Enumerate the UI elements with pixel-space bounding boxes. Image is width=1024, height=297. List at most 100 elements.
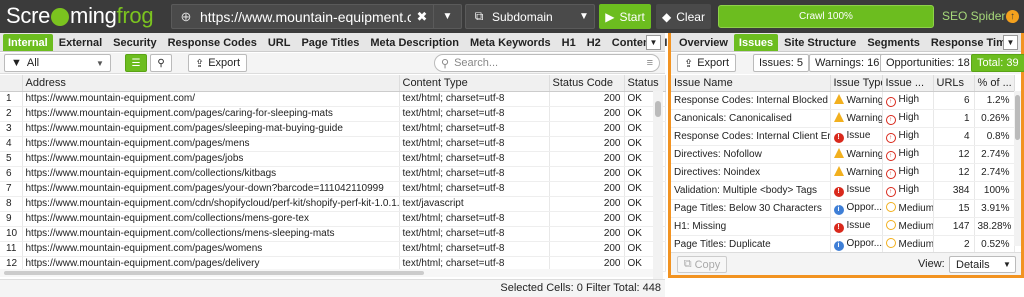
opportunity-icon: i: [833, 204, 844, 215]
url-history-dropdown-icon[interactable]: ▼: [433, 5, 461, 28]
issue-row[interactable]: Canonicals: Canonicalised Warning ↑ High 1 0.…: [671, 109, 1015, 128]
column-header[interactable]: URLs: [933, 75, 975, 92]
issue-row[interactable]: Page Titles: Below 30 Characters i Oppor..…: [671, 199, 1015, 218]
table-row[interactable]: 1 https://www.mountain-equipment.com/text…: [0, 91, 666, 107]
tab-h1[interactable]: H1: [557, 34, 581, 51]
scrollbar-thumb[interactable]: [1015, 95, 1020, 140]
high-priority-icon: ↑: [885, 114, 896, 125]
start-button[interactable]: ▶ Start: [599, 4, 651, 29]
table-row[interactable]: 9 https://www.mountain-equipment.com/coll…: [0, 211, 666, 227]
search-options-icon[interactable]: ≡: [647, 57, 653, 69]
crawl-mode-select[interactable]: ⧉ Subdomain ▼: [465, 4, 595, 29]
issue-row[interactable]: Validation: Multiple <body> Tags! Issue ↑ H…: [671, 181, 1015, 200]
tabs-overflow-icon[interactable]: ▼: [1003, 35, 1018, 50]
logo-text-end: frog: [116, 3, 154, 28]
notification-icon[interactable]: ↑: [1006, 10, 1019, 23]
opportunities-count-badge[interactable]: Opportunities: 18: [880, 54, 976, 72]
issues-scrollbar[interactable]: [1014, 91, 1021, 246]
address-cell: https://www.mountain-equipment.com/pages…: [22, 241, 400, 257]
tab-overview[interactable]: Overview: [674, 34, 733, 51]
tab-url[interactable]: URL: [263, 34, 296, 51]
table-row[interactable]: 2 https://www.mountain-equipment.com/page…: [0, 106, 666, 122]
issue-percent-cell: 38.28%: [974, 217, 1015, 236]
column-header[interactable]: Issue ...: [882, 75, 934, 92]
warnings-count-badge[interactable]: Warnings: 16: [809, 54, 886, 72]
table-row[interactable]: 6 https://www.mountain-equipment.com/coll…: [0, 166, 666, 182]
tree-view-button[interactable]: ⚲: [150, 54, 172, 72]
filter-select[interactable]: ▼ All ▼: [4, 54, 111, 72]
url-input[interactable]: ⊕ https://www.mountain-equipment.com/ ✖ …: [171, 4, 462, 29]
url-text[interactable]: https://www.mountain-equipment.com/: [200, 9, 411, 25]
issue-name-cell: Page Titles: Below 30 Characters: [671, 199, 831, 218]
column-header[interactable]: Status: [624, 75, 666, 92]
crawl-progress-text: Crawl 100%: [799, 11, 853, 22]
search-icon: ⚲: [441, 57, 450, 70]
column-header[interactable]: % of ...: [974, 75, 1015, 92]
table-row[interactable]: 5 https://www.mountain-equipment.com/page…: [0, 151, 666, 167]
clear-url-icon[interactable]: ✖: [411, 9, 433, 25]
column-header[interactable]: Issue Type: [830, 75, 883, 92]
tab-internal[interactable]: Internal: [3, 34, 53, 51]
table-row[interactable]: 8 https://www.mountain-equipment.com/cdn/…: [0, 196, 666, 212]
tab-h2[interactable]: H2: [582, 34, 606, 51]
table-row[interactable]: 7 https://www.mountain-equipment.com/page…: [0, 181, 666, 197]
column-header[interactable]: Address: [22, 75, 400, 92]
issues-count-badge[interactable]: Issues: 5: [753, 54, 810, 72]
main-toolbar: ▼ All ▼ ☰ ⚲ ⇪ Export ⚲ Search... ≡: [0, 53, 665, 74]
view-select[interactable]: Details ▼: [949, 256, 1016, 273]
search-input[interactable]: ⚲ Search... ≡: [434, 54, 660, 72]
tab-issues[interactable]: Issues: [733, 34, 779, 51]
issue-priority-label: High: [898, 165, 920, 177]
issue-row[interactable]: Directives: Noindex Warning ↑ High 12 2.74%: [671, 163, 1015, 182]
issues-export-button[interactable]: ⇪ Export: [677, 54, 737, 72]
column-header[interactable]: Status Code: [549, 75, 625, 92]
issue-row[interactable]: Directives: Nofollow Warning ↑ High 12 2.74%: [671, 145, 1015, 164]
column-header[interactable]: [0, 75, 23, 92]
tab-meta-description[interactable]: Meta Description: [365, 34, 464, 51]
warning-icon: [833, 148, 844, 158]
row-number: 11: [0, 241, 23, 257]
tab-meta-keywords[interactable]: Meta Keywords: [465, 34, 556, 51]
vertical-scrollbar[interactable]: [653, 91, 663, 291]
table-row[interactable]: 11 https://www.mountain-equipment.com/pag…: [0, 241, 666, 257]
issue-row[interactable]: Response Codes: Internal Client Erro...!…: [671, 127, 1015, 146]
list-view-button[interactable]: ☰: [125, 54, 147, 72]
tab-segments[interactable]: Segments: [862, 34, 925, 51]
issue-row[interactable]: H1: Missing! Issue Medium 147 38.28%: [671, 217, 1015, 236]
table-row[interactable]: 3 https://www.mountain-equipment.com/page…: [0, 121, 666, 137]
column-header[interactable]: Issue Name: [671, 75, 831, 92]
tab-security[interactable]: Security: [108, 34, 161, 51]
table-row[interactable]: 10 https://www.mountain-equipment.com/col…: [0, 226, 666, 242]
high-priority-icon: ↑: [885, 186, 896, 197]
tabs-overflow-icon[interactable]: ▼: [646, 35, 661, 50]
scrollbar-thumb[interactable]: [4, 271, 424, 275]
scrollbar-thumb[interactable]: [655, 101, 661, 117]
high-priority-icon: ↑: [885, 168, 896, 179]
column-header[interactable]: Content Type: [399, 75, 550, 92]
horizontal-scrollbar[interactable]: [0, 269, 653, 277]
address-cell: https://www.mountain-equipment.com/colle…: [22, 166, 400, 182]
product-name: SEO Spider: [942, 9, 1006, 23]
issue-type-label: Warning: [846, 149, 882, 160]
row-number: 5: [0, 151, 23, 167]
filter-icon: ▼: [11, 57, 22, 69]
clear-button[interactable]: ◆ Clear: [656, 4, 711, 29]
total-count-badge[interactable]: Total: 39: [971, 54, 1024, 72]
issue-row[interactable]: Page Titles: Duplicate i Oppor... Medium 2 0.…: [671, 235, 1015, 254]
issue-percent-cell: 0.8%: [974, 127, 1015, 146]
tab-response-codes[interactable]: Response Codes: [163, 34, 262, 51]
issue-type-label: Warning: [846, 113, 882, 124]
tab-page-titles[interactable]: Page Titles: [296, 34, 364, 51]
tab-site-structure[interactable]: Site Structure: [779, 34, 861, 51]
copy-label: Copy: [694, 258, 721, 271]
table-row[interactable]: 4 https://www.mountain-equipment.com/page…: [0, 136, 666, 152]
issue-priority-label: Medium: [898, 203, 933, 214]
issue-icon: !: [833, 186, 844, 197]
issue-type-cell: Warning: [830, 145, 883, 164]
copy-button[interactable]: ⧉ Copy: [677, 256, 727, 273]
issue-percent-cell: 3.91%: [974, 199, 1015, 218]
export-button[interactable]: ⇪ Export: [188, 54, 248, 72]
issue-name-cell: H1: Missing: [671, 217, 831, 236]
issue-row[interactable]: Response Codes: Internal Blocked b... War…: [671, 91, 1015, 110]
tab-external[interactable]: External: [54, 34, 107, 51]
